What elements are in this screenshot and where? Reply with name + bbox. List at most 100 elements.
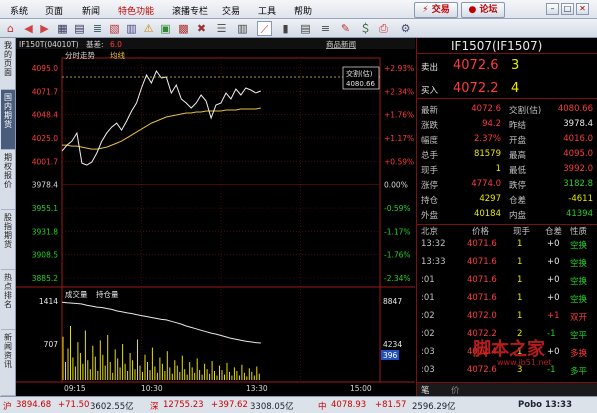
- tick-row[interactable]: :02 4072.0 1 +1 双开: [417, 311, 597, 323]
- tick-cell: 4071.6: [467, 293, 497, 303]
- tick-row[interactable]: 13:33 4071.6 1 +0 空换: [417, 257, 597, 269]
- tick-cell: -1: [547, 329, 556, 339]
- intraday-chart: 4095.0 4071.7 4048.4 4025.0 4001.7 3978.4 3955…: [16, 38, 415, 393]
- tick-cell: 1: [517, 275, 523, 285]
- zz-label[interactable]: 中: [318, 400, 327, 412]
- layout-icon[interactable]: ▦: [55, 21, 70, 36]
- quote-stat-value: 4016.0: [563, 134, 593, 144]
- intraday-icon[interactable]: ⟋: [257, 21, 272, 36]
- f10-icon[interactable]: ▤: [298, 21, 313, 36]
- time-tick-0915: 09:15: [64, 384, 86, 393]
- oi-tick-4234: 4234: [383, 340, 402, 349]
- sell-row[interactable]: 卖出 4072.6 3: [417, 58, 597, 76]
- tick-row[interactable]: 13:32 4071.6 1 +0 空换: [417, 239, 597, 251]
- chart-icon[interactable]: ▧: [107, 21, 122, 36]
- basis-value: 6.0: [110, 40, 122, 49]
- vol-tick-1414: 1414: [39, 297, 58, 306]
- menu-tools[interactable]: 工具: [258, 4, 276, 17]
- close-icon[interactable]: ✕: [576, 3, 589, 15]
- quote-stat-row: 最新 4072.6 交割(估) 4080.66: [417, 104, 597, 116]
- quote-stat-row: 涨停 4774.0 跌停 3182.8: [417, 179, 597, 191]
- quote-stat-value: 4080.66: [557, 104, 593, 114]
- pct-tick-label: -2.34%: [384, 274, 411, 283]
- alert-icon[interactable]: ⚠: [141, 21, 156, 36]
- menu-trade[interactable]: 交易: [222, 4, 240, 17]
- tick-cell: 空换: [570, 277, 588, 287]
- quote-stat-value: 41394: [565, 209, 593, 219]
- menu-help[interactable]: 帮助: [294, 4, 312, 17]
- menu-page[interactable]: 页面: [45, 4, 63, 17]
- stock-list-icon[interactable]: ☰: [214, 21, 229, 36]
- tab-index-futures[interactable]: 股指期货: [1, 210, 15, 270]
- quote-stat-value: 81579: [473, 149, 501, 159]
- menu-scroll[interactable]: 滚播专栏: [172, 4, 208, 17]
- sz-change: +397.62: [211, 400, 248, 410]
- quote-stat-value: 94.2: [482, 119, 501, 129]
- dollar-icon[interactable]: ＄: [358, 21, 373, 36]
- time-grid: [141, 58, 301, 382]
- sz-label[interactable]: 深: [150, 400, 159, 412]
- minimize-icon[interactable]: –: [546, 3, 559, 15]
- buy-row[interactable]: 买入 4072.2 4: [417, 81, 597, 99]
- quote-stat-value: 4774.0: [471, 179, 501, 189]
- vol-tick-707: 707: [44, 340, 59, 349]
- text-icon[interactable]: ≡: [318, 21, 333, 36]
- quote-stat-value: 3978.4: [563, 119, 593, 129]
- zz-index: 4078.93: [331, 400, 367, 410]
- delete-icon[interactable]: ✖: [194, 21, 209, 36]
- list-icon[interactable]: ≣: [90, 21, 105, 36]
- tab-news-info[interactable]: 新闻资讯: [1, 330, 15, 396]
- menu-system[interactable]: 系统: [10, 4, 28, 17]
- price-tick-label: 3931.8: [32, 227, 58, 236]
- zz-amount: 2596.29亿: [412, 402, 456, 412]
- news-icon[interactable]: ▣: [158, 21, 173, 36]
- price-tick-label: 4001.7: [32, 157, 58, 166]
- tab-hot-rank[interactable]: 热点排名: [1, 270, 15, 330]
- grid-icon[interactable]: ▤: [72, 21, 87, 36]
- tab-my-page[interactable]: 我的页面: [1, 38, 15, 90]
- tab-options-quote[interactable]: 期权报价: [1, 150, 15, 210]
- forum-button[interactable]: ● 论坛: [461, 2, 505, 18]
- tick-row[interactable]: :01 4071.6 1 +0 空换: [417, 293, 597, 305]
- back-icon[interactable]: ◀: [21, 21, 36, 36]
- tick-cell: +0: [547, 347, 560, 357]
- tick-icon[interactable]: ▥: [235, 21, 250, 36]
- rank-icon[interactable]: ▩: [176, 21, 191, 36]
- tick-header-nature: 性质: [570, 227, 588, 237]
- pct-tick-label: +2.34%: [384, 87, 414, 96]
- tab-tick[interactable]: 笔: [421, 384, 430, 396]
- tick-cell: 13:32: [421, 239, 446, 249]
- pct-tick-label: +2.93%: [384, 64, 414, 73]
- tick-header: 北京 价格 现手 仓差 性质: [417, 224, 597, 237]
- side-tabs: 我的页面 国内期货 期权报价 股指期货 热点排名 新闻资讯: [0, 38, 16, 396]
- quote-stat-label: 持仓: [421, 196, 439, 206]
- menu-features[interactable]: 特色功能: [118, 4, 154, 17]
- tick-cell: 1: [517, 311, 523, 321]
- quote-title: IF1507(IF1507): [451, 39, 543, 53]
- quote-stat-label: 涨跌: [421, 121, 439, 131]
- price-tick-label: 3978.4: [32, 181, 58, 190]
- print-icon[interactable]: ⎙: [376, 21, 391, 36]
- menu-news[interactable]: 新闻: [82, 4, 100, 17]
- tab-price[interactable]: 价: [451, 384, 460, 396]
- settings-icon[interactable]: ⚙: [398, 21, 413, 36]
- forward-icon[interactable]: ▶: [37, 21, 52, 36]
- quote-stat-row: 涨跌 94.2 昨结 3978.4: [417, 119, 597, 131]
- tick-row[interactable]: :01 4071.6 1 +0 空换: [417, 275, 597, 287]
- trade-button[interactable]: ⚡ 交易: [414, 2, 458, 18]
- news-link[interactable]: 商品新闻: [326, 39, 356, 49]
- kline-icon[interactable]: ▮: [278, 21, 293, 36]
- sh-label[interactable]: 沪: [3, 400, 12, 412]
- pct-tick-label: -1.17%: [384, 227, 411, 236]
- tick-cell: +0: [547, 293, 560, 303]
- tick-cell: :03: [421, 365, 435, 375]
- home-icon[interactable]: ⌂: [3, 21, 18, 36]
- maximize-icon[interactable]: □: [561, 3, 574, 15]
- tick-cell: 4072.0: [467, 311, 497, 321]
- tick-cell: +0: [547, 275, 560, 285]
- table-icon[interactable]: ▥: [124, 21, 139, 36]
- tab-domestic-futures[interactable]: 国内期货: [1, 90, 15, 150]
- tick-cell: 4071.6: [467, 257, 497, 267]
- draw-icon[interactable]: ✎: [338, 21, 353, 36]
- chart-panel[interactable]: 4095.0 4071.7 4048.4 4025.0 4001.7 3978.4 3955…: [16, 38, 415, 396]
